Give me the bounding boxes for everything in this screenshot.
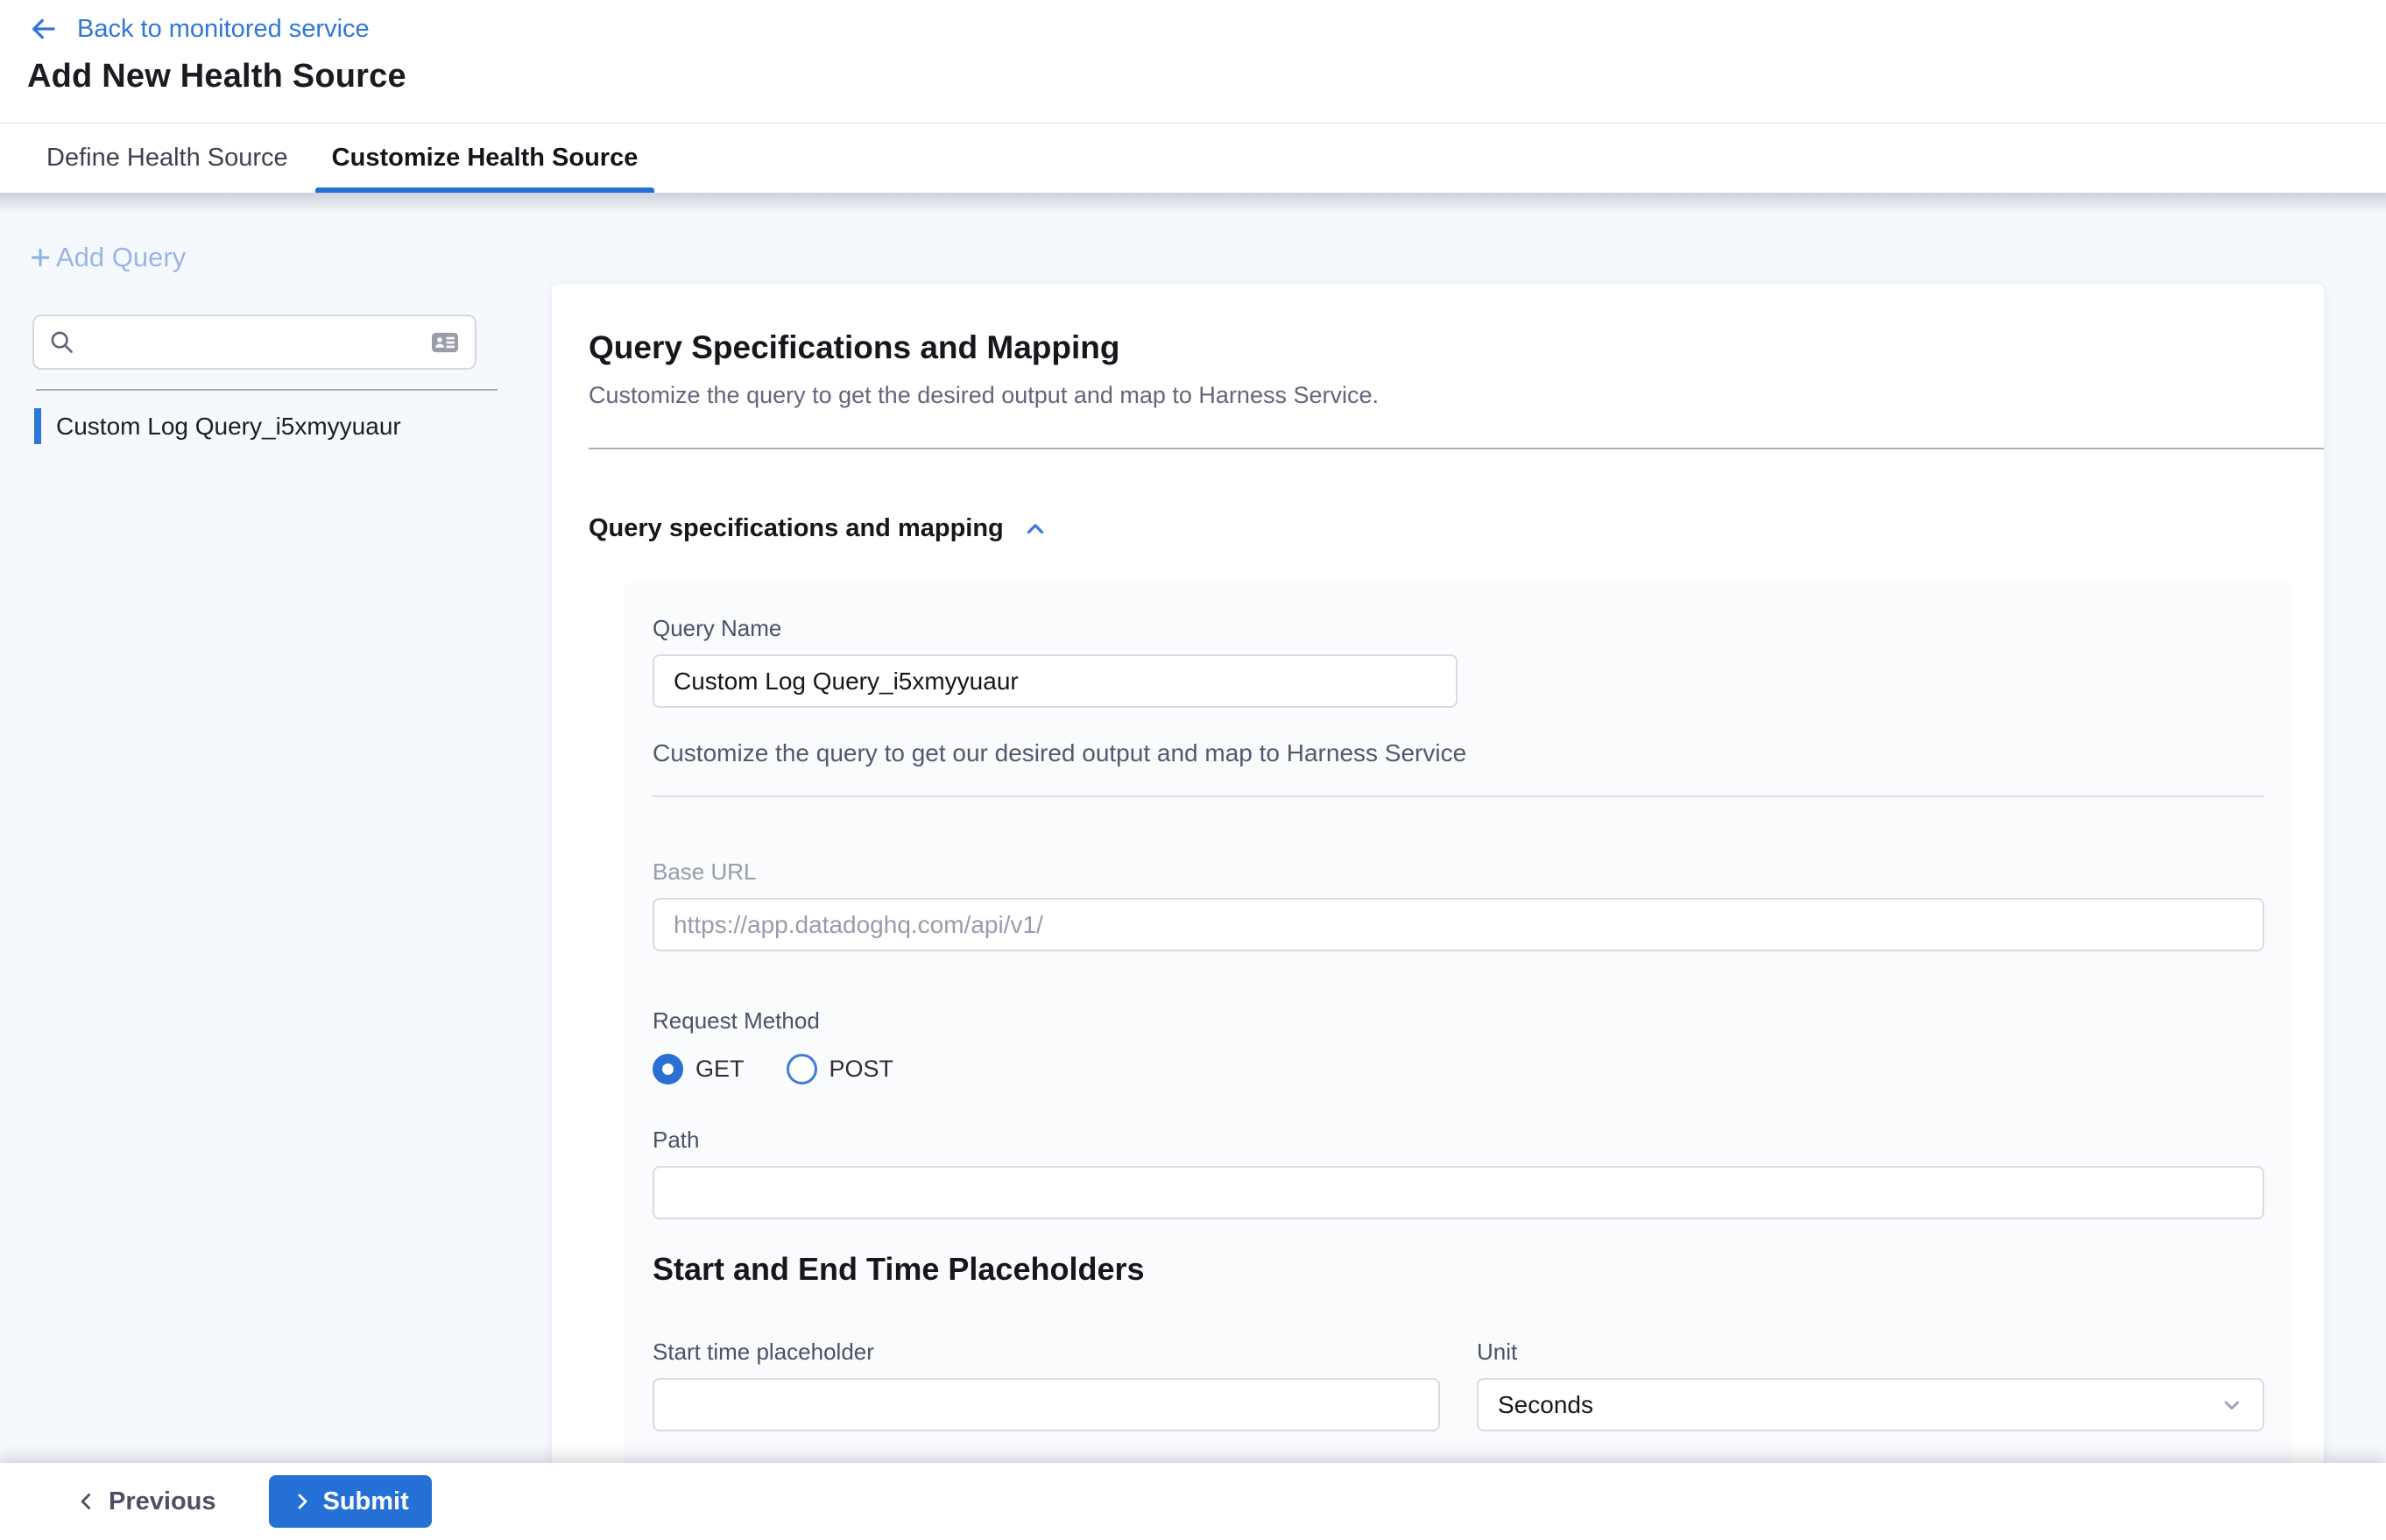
back-link-label: Back to monitored service — [77, 15, 370, 44]
request-method-label: Request Method — [653, 1007, 2264, 1035]
chevron-down-icon — [2219, 1392, 2245, 1418]
request-method-group: Request Method GET POST — [653, 1007, 2264, 1084]
unit-select-value: Seconds — [1498, 1391, 1593, 1419]
query-helper-text: Customize the query to get our desired o… — [653, 739, 2264, 767]
request-method-options: GET POST — [653, 1054, 2264, 1084]
submit-button[interactable]: Submit — [269, 1475, 432, 1528]
add-query-label: Add Query — [56, 242, 186, 273]
card-title: Query Specifications and Mapping — [589, 329, 2287, 366]
time-placeholders-title: Start and End Time Placeholders — [653, 1251, 2264, 1288]
submit-button-label: Submit — [323, 1487, 409, 1516]
back-link[interactable]: Back to monitored service — [28, 14, 370, 44]
page-title: Add New Health Source — [27, 58, 406, 95]
add-query-button[interactable]: Add Query — [28, 242, 186, 273]
tab-customize-health-source[interactable]: Customize Health Source — [315, 124, 655, 193]
start-time-group: Start time placeholder — [653, 1339, 1440, 1431]
back-arrow-icon — [28, 14, 58, 44]
content-area: Add Query Custom Log Query_i5xmyyuaur — [0, 193, 2386, 1540]
base-url-label: Base URL — [653, 858, 2264, 886]
tab-bar: Define Health Source Customize Health So… — [0, 124, 2386, 193]
panel-divider — [653, 795, 2264, 797]
chevron-right-icon — [292, 1491, 313, 1512]
section-title: Query specifications and mapping — [589, 514, 1004, 543]
radio-option-post[interactable]: POST — [787, 1054, 894, 1084]
plus-icon — [28, 245, 53, 270]
query-search-box[interactable] — [32, 314, 476, 370]
search-icon — [48, 328, 75, 356]
sidebar-query-item[interactable]: Custom Log Query_i5xmyyuaur — [34, 408, 401, 444]
unit-select[interactable]: Seconds — [1477, 1378, 2264, 1431]
chevron-up-icon — [1023, 517, 1048, 541]
path-input[interactable] — [653, 1166, 2264, 1219]
radio-get[interactable] — [653, 1054, 683, 1084]
query-item-label: Custom Log Query_i5xmyyuaur — [56, 413, 401, 441]
radio-option-get[interactable]: GET — [653, 1054, 745, 1084]
card-view-icon[interactable] — [429, 327, 461, 358]
start-time-label: Start time placeholder — [653, 1339, 1440, 1366]
query-name-group: Query Name — [653, 615, 2264, 708]
card-subtitle: Customize the query to get the desired o… — [589, 382, 2287, 409]
query-specifications-card: Query Specifications and Mapping Customi… — [552, 284, 2324, 1528]
chevron-left-icon — [75, 1490, 98, 1513]
unit-label: Unit — [1477, 1339, 2264, 1366]
radio-post-label: POST — [829, 1056, 894, 1083]
previous-button[interactable]: Previous — [75, 1487, 216, 1516]
unit-group: Unit Seconds — [1477, 1339, 2264, 1431]
previous-button-label: Previous — [109, 1487, 216, 1516]
query-mapping-panel: Query Name Customize the query to get ou… — [624, 582, 2293, 1528]
query-name-input[interactable] — [653, 654, 1458, 708]
tab-define-health-source[interactable]: Define Health Source — [30, 124, 305, 193]
time-placeholders-row: Start time placeholder Unit Seconds — [653, 1339, 2264, 1431]
card-body: Query specifications and mapping Query N… — [552, 449, 2324, 1528]
footer-bar: Previous Submit — [0, 1463, 2386, 1540]
base-url-group: Base URL — [653, 858, 2264, 951]
selected-indicator-bar — [34, 408, 41, 444]
path-label: Path — [653, 1127, 2264, 1154]
radio-get-label: GET — [695, 1056, 745, 1083]
top-header: Back to monitored service Add New Health… — [0, 0, 2386, 193]
card-header: Query Specifications and Mapping Customi… — [552, 284, 2324, 409]
base-url-input[interactable] — [653, 898, 2264, 951]
radio-post[interactable] — [787, 1054, 817, 1084]
search-input[interactable] — [86, 328, 419, 357]
start-time-input[interactable] — [653, 1378, 1440, 1431]
path-group: Path — [653, 1127, 2264, 1219]
query-name-label: Query Name — [653, 615, 2264, 642]
sidebar-divider — [36, 389, 498, 391]
section-toggle[interactable]: Query specifications and mapping — [589, 514, 2293, 543]
